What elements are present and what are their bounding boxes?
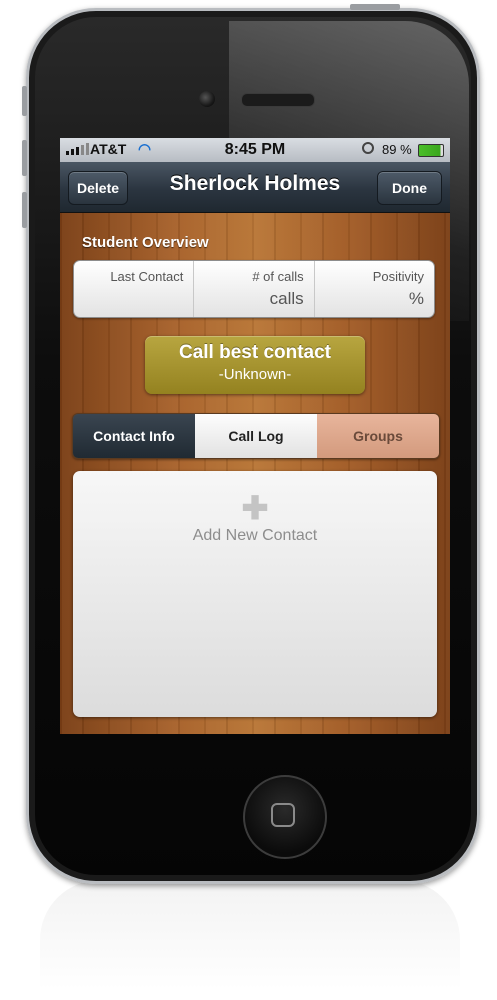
best-contact-name: -Unknown- (218, 366, 292, 383)
last-contact-cell: Last Contact (74, 261, 195, 317)
tab-contact-info[interactable]: Contact Info (73, 414, 195, 458)
front-camera (199, 91, 215, 107)
status-bar: AT&T ◠ 8:45 PM 89 % (60, 138, 450, 162)
calls-count-label: # of calls (252, 269, 304, 284)
volume-down-button[interactable] (22, 192, 27, 228)
last-contact-label: Last Contact (110, 269, 184, 284)
phone-screen: AT&T ◠ 8:45 PM 89 % Delete Sherlock Holm… (60, 138, 450, 734)
plus-icon: ✚ (241, 490, 269, 526)
orientation-lock-icon (362, 142, 374, 154)
volume-up-button[interactable] (22, 140, 27, 176)
calls-count-cell: # of calls calls (194, 261, 315, 317)
add-new-contact-button[interactable]: ✚ Add New Contact (73, 490, 437, 545)
positivity-label: Positivity (372, 269, 424, 284)
earpiece-speaker (241, 93, 315, 107)
segmented-tabs: Contact Info Call Log Groups (72, 413, 440, 459)
phone-reflection (40, 880, 460, 990)
battery-icon (418, 144, 444, 157)
contact-info-panel: ✚ Add New Contact (73, 471, 437, 717)
calls-count-value: calls (269, 289, 304, 308)
overview-stats: Last Contact # of calls calls Positivity… (73, 260, 435, 318)
tab-call-log[interactable]: Call Log (195, 414, 317, 458)
done-button[interactable]: Done (377, 171, 442, 205)
mute-switch[interactable] (22, 86, 27, 116)
call-best-contact-button[interactable]: Call best contact -Unknown- (145, 336, 365, 394)
sleep-button[interactable] (350, 4, 400, 10)
positivity-value: % (408, 289, 424, 308)
call-best-contact-label: Call best contact (178, 342, 332, 363)
battery-percent: 89 % (382, 142, 412, 157)
home-button[interactable] (243, 775, 327, 859)
home-square-icon (271, 803, 295, 827)
positivity-cell: Positivity % (315, 261, 434, 317)
add-new-contact-label: Add New Contact (192, 527, 318, 544)
student-overview-heading: Student Overview (82, 234, 209, 251)
tab-groups[interactable]: Groups (317, 414, 439, 458)
navigation-bar: Delete Sherlock Holmes Done (60, 162, 450, 213)
